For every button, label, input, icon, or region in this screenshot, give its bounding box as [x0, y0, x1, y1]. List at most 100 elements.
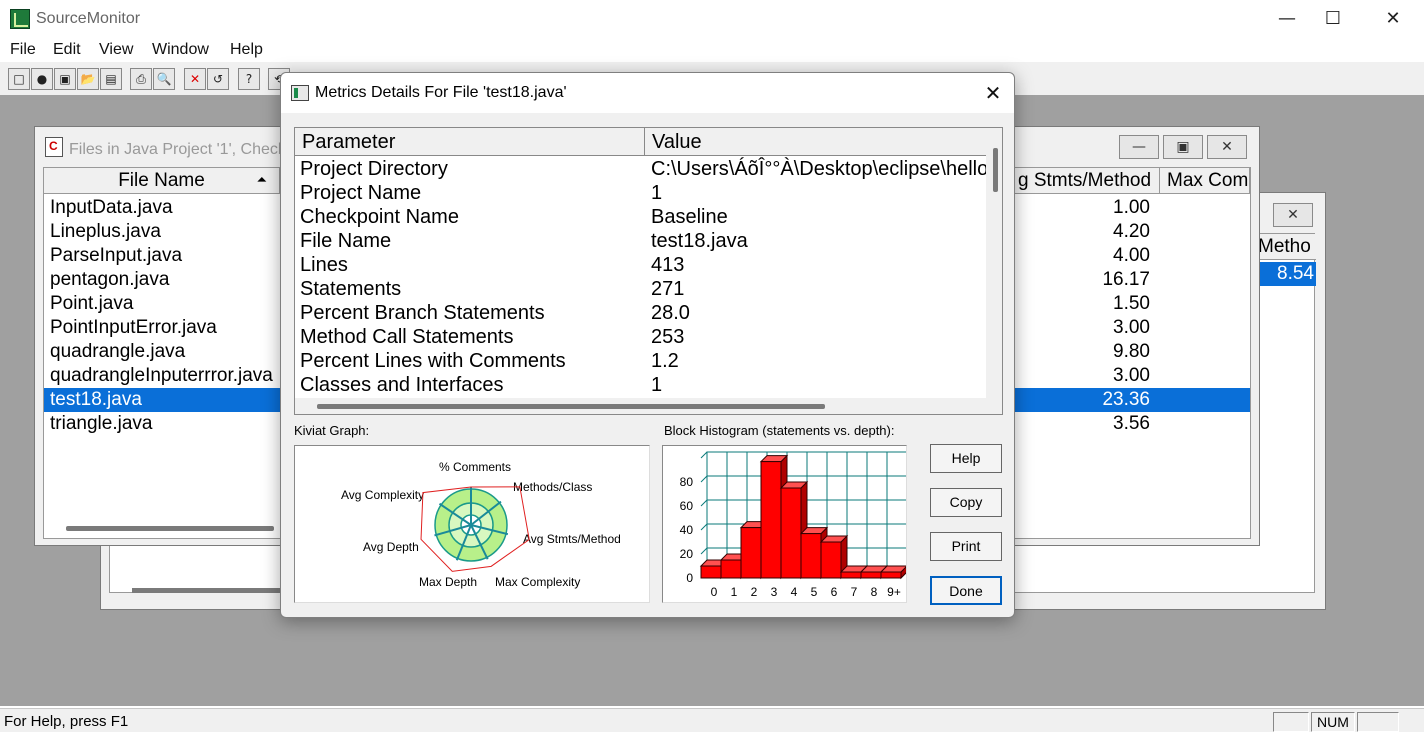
metric-row[interactable]: Statements 271 [295, 277, 995, 301]
histogram-bar [860, 571, 882, 579]
undo-icon[interactable]: ↺ [207, 68, 229, 90]
menu-bar: File Edit View Window Help [0, 38, 1424, 62]
histogram-x-tick: 7 [851, 585, 858, 599]
copy-button[interactable]: Copy [930, 488, 1002, 517]
metric-row[interactable]: Method Call Statements 253 [295, 325, 995, 349]
print-preview-icon[interactable]: 🔍 [153, 68, 175, 90]
histogram-gridline [700, 523, 708, 531]
block-histogram-label: Block Histogram (statements vs. depth): [664, 423, 895, 438]
metric-parameter: Percent Lines with Comments [300, 350, 566, 372]
new-project-icon[interactable]: □ [8, 68, 30, 90]
help-button[interactable]: Help [930, 444, 1002, 473]
histogram-gridline [700, 475, 708, 483]
checkpoint-close-button[interactable]: ✕ [1273, 203, 1313, 227]
metrics-vscroll-thumb[interactable] [993, 148, 998, 192]
metric-parameter: File Name [300, 230, 392, 252]
checkpoint-selected-value[interactable]: 8.54 [1258, 262, 1316, 286]
metric-row[interactable]: Classes and Interfaces 1 [295, 373, 995, 397]
file-name-cell: test18.java [50, 389, 142, 410]
files-hscroll-thumb[interactable] [66, 526, 274, 531]
metric-parameter: Checkpoint Name [300, 206, 459, 228]
status-pane-num: NUM [1311, 712, 1355, 732]
column-header-max-complexity[interactable]: Max Comp [1160, 168, 1250, 194]
file-name-cell: PointInputError.java [50, 317, 217, 338]
histogram-gridline [700, 499, 708, 507]
metric-parameter: Project Directory [300, 158, 448, 180]
histogram-x-tick: 3 [771, 585, 778, 599]
avg-stmts-cell: 3.00 [1113, 317, 1150, 338]
kiviat-axis-label: Max Depth [419, 575, 477, 589]
files-restore-button[interactable]: ▣ [1163, 135, 1203, 159]
metric-row[interactable]: Percent Branch Statements 28.0 [295, 301, 995, 325]
record-icon[interactable]: ● [31, 68, 53, 90]
histogram-bar [700, 565, 722, 579]
menu-help[interactable]: Help [230, 41, 263, 59]
kiviat-axis-label: Max Complexity [495, 575, 580, 589]
histogram-x-tick: 1 [731, 585, 738, 599]
print-icon[interactable]: ⎙ [130, 68, 152, 90]
delete-icon[interactable]: ✕ [184, 68, 206, 90]
metric-parameter: Percent Branch Statements [300, 302, 545, 324]
histogram-x-tick: 5 [811, 585, 818, 599]
kiviat-axis-label: Avg Depth [363, 540, 419, 554]
context-help-icon[interactable]: ? [238, 68, 260, 90]
sourcemonitor-logo-icon [10, 9, 30, 29]
metric-value: 253 [651, 326, 685, 348]
histogram-bar [800, 533, 822, 579]
histogram-x-tick: 9+ [887, 585, 901, 599]
menu-edit[interactable]: Edit [53, 41, 81, 59]
metric-value: 28.0 [651, 302, 690, 324]
print-button[interactable]: Print [930, 532, 1002, 561]
file-name-cell: Point.java [50, 293, 134, 314]
avg-stmts-cell: 1.50 [1113, 293, 1150, 314]
metrics-grid: Parameter Value Project Directory C:\User… [294, 127, 1003, 415]
metric-row[interactable]: Project Name 1 [295, 181, 995, 205]
metric-row[interactable]: File Name test18.java [295, 229, 995, 253]
metrics-vscroll[interactable] [986, 128, 1002, 400]
avg-stmts-cell: 3.00 [1113, 365, 1150, 386]
histogram-x-tick: 0 [711, 585, 718, 599]
column-header-value[interactable]: Value [645, 128, 988, 156]
metric-value: 1 [651, 374, 663, 396]
close-button[interactable]: ✕ [1370, 4, 1416, 34]
metric-value: 271 [651, 278, 685, 300]
metric-parameter: Lines [300, 254, 348, 276]
metric-row[interactable]: Percent Lines with Comments 1.2 [295, 349, 995, 373]
metric-row[interactable]: Checkpoint Name Baseline [295, 205, 995, 229]
menu-view[interactable]: View [99, 41, 133, 59]
file-name-cell: Lineplus.java [50, 221, 161, 242]
metric-parameter: Classes and Interfaces [300, 374, 504, 396]
histogram-y-tick: 80 [680, 475, 694, 489]
histogram-y-tick: 60 [680, 499, 694, 513]
column-header-parameter[interactable]: Parameter [295, 128, 645, 156]
block-histogram: 0 20 40 60 80 0 1 2 3 4 5 6 7 8 9+ [662, 445, 909, 603]
metrics-hscroll-thumb[interactable] [317, 404, 825, 409]
open-folder-icon[interactable]: 📂 [77, 68, 99, 90]
checkpoint-icon[interactable]: ▣ [54, 68, 76, 90]
app-title: SourceMonitor [36, 10, 141, 27]
column-header-avg-stmts[interactable]: g Stmts/Method [1014, 168, 1160, 194]
kiviat-svg: % CommentsMethods/Class Avg Stmts/Method M… [341, 460, 621, 589]
menu-file[interactable]: File [10, 41, 36, 59]
avg-stmts-cell: 1.00 [1113, 197, 1150, 218]
done-button[interactable]: Done [930, 576, 1002, 605]
metric-parameter: Method Call Statements [300, 326, 514, 348]
avg-stmts-cell: 3.56 [1113, 413, 1150, 434]
menu-window[interactable]: Window [152, 41, 209, 59]
files-minimize-button[interactable]: — [1119, 135, 1159, 159]
histogram-y-tick: 40 [680, 523, 694, 537]
dialog-close-button[interactable]: ✕ [976, 77, 1010, 109]
files-close-button[interactable]: ✕ [1207, 135, 1247, 159]
maximize-button[interactable]: ☐ [1310, 4, 1356, 34]
metrics-hscroll[interactable] [295, 398, 1002, 414]
column-header-file-name[interactable]: File Name ⏶ [44, 168, 280, 194]
minimize-button[interactable]: — [1264, 4, 1310, 34]
metric-row[interactable]: Project Directory C:\Users\ÁõÎ°°À\Desktop… [295, 157, 995, 181]
metrics-dialog-icon [291, 85, 309, 101]
status-pane-caps [1273, 712, 1309, 732]
checkpoint-column-header[interactable]: Metho [1258, 234, 1316, 260]
avg-stmts-cell: 4.20 [1113, 221, 1150, 242]
metric-row[interactable]: Lines 413 [295, 253, 995, 277]
save-icon[interactable]: ▤ [100, 68, 122, 90]
status-pane-scroll [1357, 712, 1399, 732]
